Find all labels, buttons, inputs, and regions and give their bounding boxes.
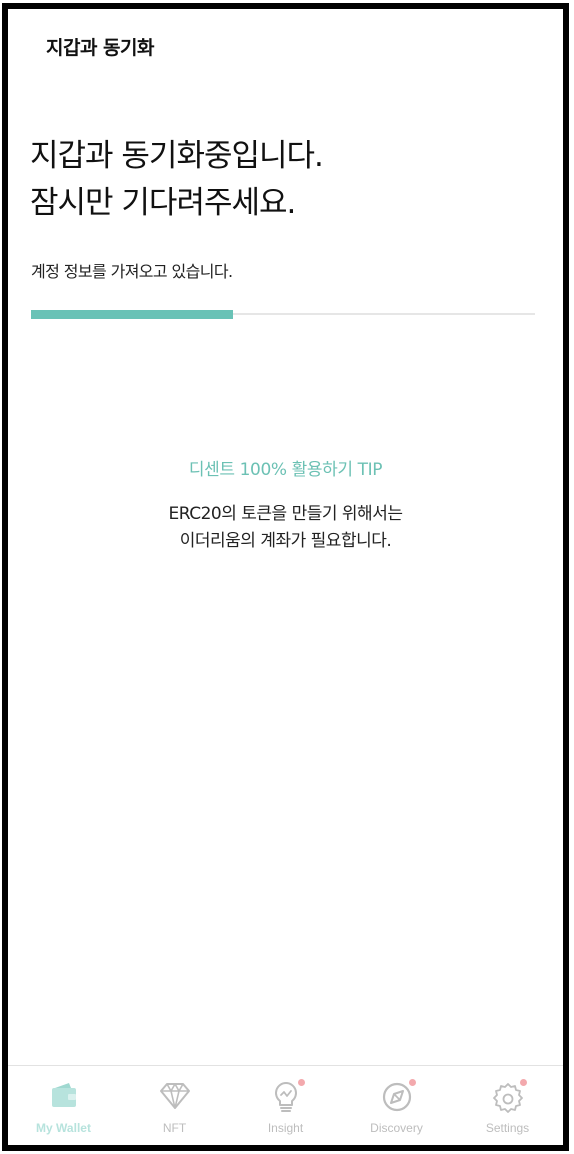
page-title: 지갑과 동기화 [46, 37, 155, 59]
tab-label: Settings [485, 1121, 530, 1135]
tab-settings[interactable]: Settings [452, 1066, 563, 1145]
lightbulb-icon [269, 1079, 305, 1113]
tab-nft[interactable]: NFT [119, 1066, 230, 1145]
tip-line-1: ERC20의 토큰을 만들기 위해서는 [168, 504, 403, 524]
headline-line-2: 잠시만 기다려주세요. [30, 185, 296, 221]
wallet-icon [47, 1079, 81, 1113]
tab-label: NFT [162, 1121, 187, 1135]
tip-title: 디센트 100% 활용하기 TIP [188, 460, 383, 480]
tip-body: ERC20의 토큰을 만들기 위해서는 이더리움의 계좌가 필요합니다. [8, 501, 563, 555]
notification-badge [408, 1079, 416, 1086]
gear-icon [491, 1079, 527, 1113]
sync-progress-bar [31, 310, 535, 319]
tab-discovery[interactable]: Discovery [341, 1066, 452, 1145]
tab-label: My Wallet [36, 1121, 91, 1135]
compass-icon [380, 1079, 416, 1113]
tab-my-wallet[interactable]: My Wallet [8, 1066, 119, 1145]
tip-line-2: 이더리움의 계좌가 필요합니다. [179, 531, 392, 551]
diamond-icon [158, 1079, 192, 1113]
sync-headline: 지갑과 동기화중입니다. 잠시만 기다려주세요. [30, 133, 324, 227]
notification-badge [297, 1079, 305, 1086]
headline-line-1: 지갑과 동기화중입니다. [30, 138, 324, 174]
tab-insight[interactable]: Insight [230, 1066, 341, 1145]
bottom-tab-bar: My Wallet NFT Insight Discovery Settings [8, 1065, 563, 1145]
tab-label: Discovery [370, 1121, 423, 1135]
sync-progress-fill [31, 310, 233, 319]
notification-badge [519, 1079, 527, 1086]
tab-label: Insight [267, 1121, 304, 1135]
phone-frame: 지갑과 동기화 지갑과 동기화중입니다. 잠시만 기다려주세요. 계정 정보를 … [2, 3, 569, 1151]
sync-status-text: 계정 정보를 가져오고 있습니다. [31, 262, 233, 281]
